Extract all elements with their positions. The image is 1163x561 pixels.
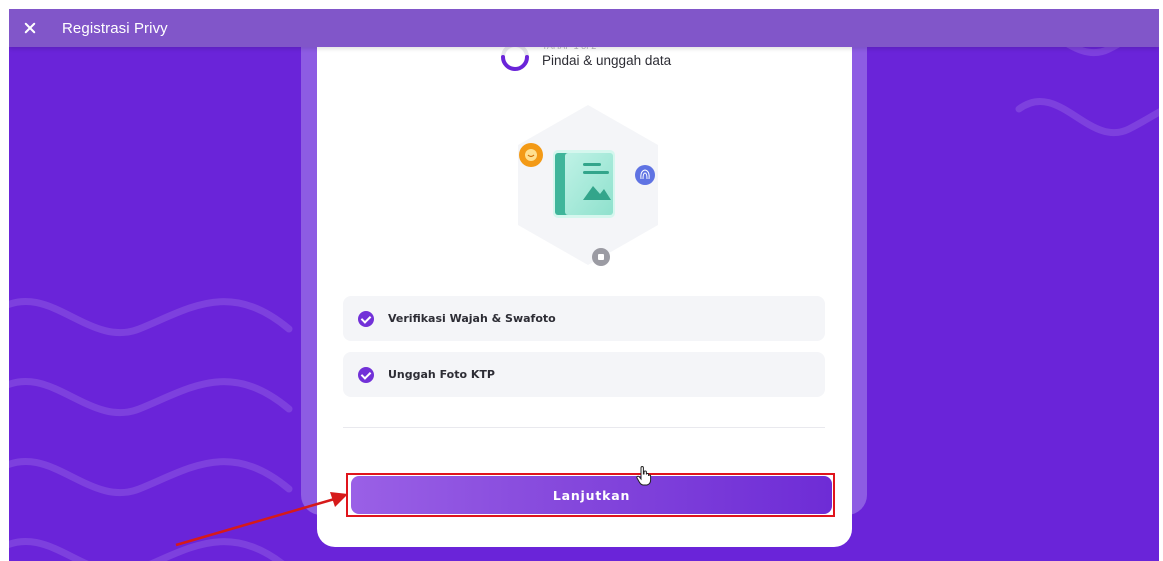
fingerprint-icon <box>635 165 655 185</box>
annotation-arrow <box>175 492 348 547</box>
check-circle-icon <box>358 366 374 383</box>
checklist-label: Verifikasi Wajah & Swafoto <box>388 312 556 325</box>
checklist-label: Unggah Foto KTP <box>388 368 495 381</box>
document-icon <box>553 150 615 218</box>
hand-cursor-icon <box>636 466 652 486</box>
close-icon[interactable] <box>21 19 39 37</box>
step-title: Pindai & unggah data <box>542 53 672 68</box>
title-bar: Registrasi Privy <box>9 9 1159 47</box>
smile-icon <box>519 143 543 167</box>
stop-icon <box>592 248 610 266</box>
checklist-item-face-verification: Verifikasi Wajah & Swafoto <box>343 296 825 341</box>
checklist-item-ktp-upload: Unggah Foto KTP <box>343 352 825 397</box>
illustration <box>518 105 658 266</box>
continue-button[interactable]: Lanjutkan <box>351 476 832 514</box>
window-title: Registrasi Privy <box>62 19 168 37</box>
registration-card: TAHAP 1 of 2 Pindai & unggah data <box>317 25 852 547</box>
check-circle-icon <box>358 310 374 327</box>
divider <box>343 427 825 428</box>
